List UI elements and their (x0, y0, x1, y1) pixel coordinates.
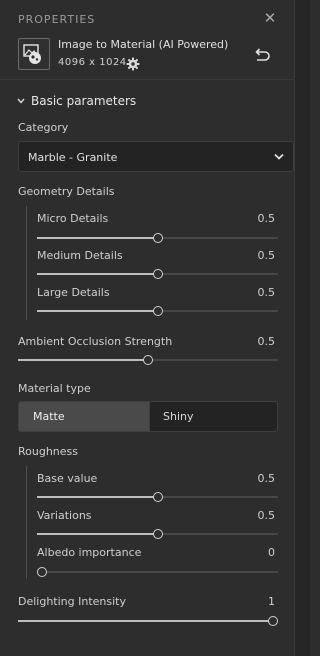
chevron-down-icon (17, 98, 25, 104)
medium-details-slider[interactable] (37, 269, 278, 279)
slider-handle[interactable] (153, 269, 163, 279)
large-details-label: Large Details (37, 286, 110, 299)
close-icon[interactable]: ✕ (262, 9, 278, 27)
geometry-details-label: Geometry Details (18, 185, 115, 198)
slider-handle[interactable] (37, 567, 47, 577)
ambient-occlusion-slider[interactable] (18, 355, 278, 365)
base-value-slider[interactable] (37, 492, 278, 502)
medium-details-value: 0.5 (257, 249, 276, 262)
variations-value: 0.5 (257, 509, 276, 522)
micro-details-slider[interactable] (37, 233, 278, 243)
slider-handle[interactable] (153, 492, 163, 502)
slider-handle[interactable] (153, 529, 163, 539)
chevron-down-icon (274, 153, 284, 160)
option-matte[interactable]: Matte (19, 402, 149, 431)
delighting-intensity-label: Delighting Intensity (18, 595, 127, 608)
delighting-intensity-slider[interactable] (18, 616, 278, 626)
group-divider (26, 466, 27, 579)
ambient-occlusion-value: 0.5 (257, 335, 276, 348)
variations-label: Variations (37, 509, 92, 522)
delighting-intensity-value: 1 (268, 595, 275, 608)
reset-icon[interactable] (252, 46, 272, 64)
micro-details-label: Micro Details (37, 212, 109, 225)
material-type-label: Material type (18, 382, 91, 395)
slider-handle[interactable] (268, 616, 278, 626)
base-value-value: 0.5 (257, 472, 276, 485)
material-type-selector: Matte Shiny (18, 401, 278, 432)
slider-handle[interactable] (153, 233, 163, 243)
category-dropdown[interactable]: Marble - Granite (18, 141, 294, 172)
albedo-importance-slider[interactable] (37, 567, 278, 577)
category-selected: Marble - Granite (28, 151, 118, 164)
section-title: Basic parameters (31, 94, 137, 108)
category-label: Category (18, 121, 69, 134)
base-value-label: Base value (37, 472, 98, 485)
slider-handle[interactable] (153, 306, 163, 316)
panel-title: PROPERTIES (18, 13, 96, 26)
panel-edge (294, 0, 310, 656)
large-details-slider[interactable] (37, 306, 278, 316)
panel-header: PROPERTIES ✕ Image to Material (AI Power… (0, 0, 294, 80)
medium-details-label: Medium Details (37, 249, 123, 262)
albedo-importance-label: Albedo importance (37, 546, 142, 559)
properties-panel: PROPERTIES ✕ Image to Material (AI Power… (0, 0, 294, 656)
ambient-occlusion-label: Ambient Occlusion Strength (18, 335, 173, 348)
albedo-importance-value: 0 (268, 546, 275, 559)
micro-details-value: 0.5 (257, 212, 276, 225)
option-shiny[interactable]: Shiny (149, 402, 277, 431)
slider-handle[interactable] (143, 355, 153, 365)
roughness-label: Roughness (18, 445, 79, 458)
image-material-thumbnail-icon (18, 38, 50, 70)
item-name: Image to Material (AI Powered) (58, 38, 229, 51)
gear-icon[interactable] (126, 57, 140, 71)
variations-slider[interactable] (37, 529, 278, 539)
group-divider (26, 206, 27, 320)
large-details-value: 0.5 (257, 286, 276, 299)
basic-parameters-toggle[interactable]: Basic parameters (16, 92, 156, 110)
resolution-text: 4096 x 1024 (58, 57, 127, 68)
